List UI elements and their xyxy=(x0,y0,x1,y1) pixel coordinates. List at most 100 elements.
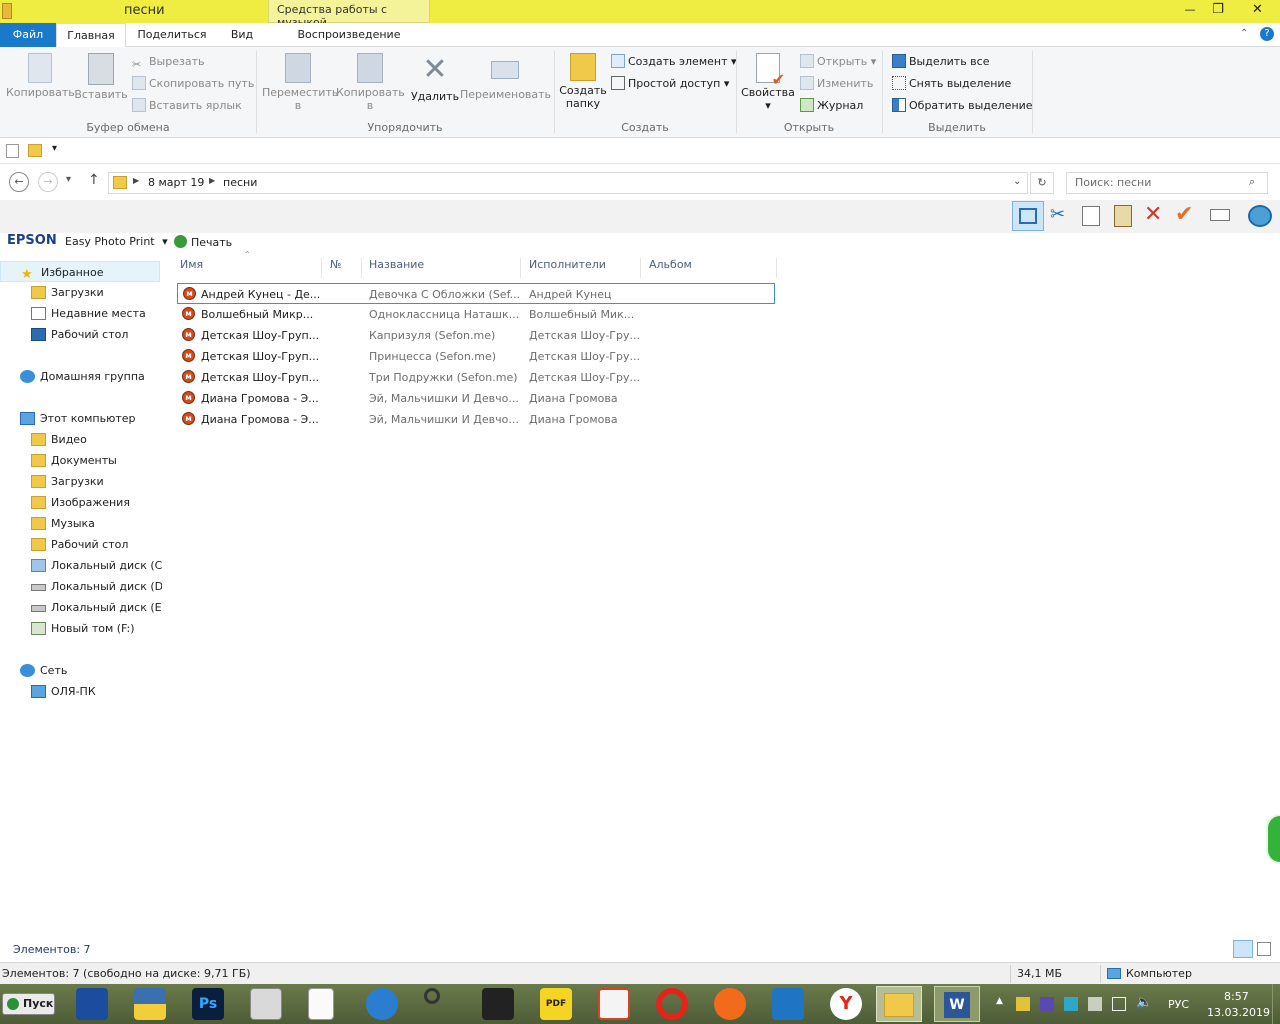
history-button[interactable]: Журнал xyxy=(800,96,863,116)
delete-icon[interactable]: ✕ xyxy=(1144,202,1162,227)
column-header-artists[interactable]: Исполнители xyxy=(525,258,641,278)
breadcrumb-pesni[interactable]: песни xyxy=(223,176,257,189)
properties-qat-icon[interactable] xyxy=(6,144,19,158)
tab-file[interactable]: Файл xyxy=(0,23,56,47)
webcam-app-icon[interactable] xyxy=(482,988,514,1020)
opera-browser-icon[interactable] xyxy=(656,988,688,1020)
language-indicator[interactable]: РУС xyxy=(1168,998,1189,1011)
chevron-up-icon[interactable]: ⌃ xyxy=(1240,28,1248,39)
clock-time[interactable]: 8:57 xyxy=(1224,990,1249,1003)
forward-button[interactable]: → xyxy=(38,172,58,192)
nav-network[interactable]: Сеть xyxy=(0,660,162,681)
breadcrumb-separator-icon[interactable]: ▶ xyxy=(133,176,139,185)
edit-button[interactable]: Изменить xyxy=(800,74,873,94)
nav-pc-disk-c[interactable]: Локальный диск (C: xyxy=(0,555,162,576)
tab-home[interactable]: Главная xyxy=(56,23,126,48)
nav-pc-videos[interactable]: Видео xyxy=(0,429,162,450)
cut-icon[interactable]: ✂ xyxy=(1050,204,1065,225)
select-all-button[interactable]: Выделить все xyxy=(892,52,989,72)
breadcrumb-8mart19[interactable]: 8 март 19 xyxy=(148,176,204,189)
file-row[interactable]: м Волшебный Микр... Одноклассница Наташк… xyxy=(177,304,775,325)
minimize-button[interactable]: — xyxy=(1175,0,1205,20)
file-row[interactable]: м Диана Громова - Э... Эй, Мальчишки И Д… xyxy=(177,388,775,409)
tab-share[interactable]: Поделиться xyxy=(128,23,216,47)
maxthon-browser-icon[interactable] xyxy=(772,988,804,1020)
nav-pc-desktop[interactable]: Рабочий стол xyxy=(0,534,162,555)
file-row[interactable]: м Детская Шоу-Груп... Капризуля (Sefon.m… xyxy=(177,325,775,346)
easy-photo-print-button[interactable]: Easy Photo Print ▾ xyxy=(65,235,168,248)
nav-pc-pictures[interactable]: Изображения xyxy=(0,492,162,513)
column-header-num[interactable]: № xyxy=(326,258,362,278)
checkmark-icon[interactable]: ✔ xyxy=(1175,202,1193,227)
folder-qat-icon[interactable] xyxy=(28,144,42,157)
help-icon[interactable]: ? xyxy=(1260,27,1274,41)
new-folder-button[interactable]: Создать папку xyxy=(558,51,608,110)
photoshop-app-icon[interactable]: Ps xyxy=(192,988,224,1020)
clock-date[interactable]: 13.03.2019 xyxy=(1207,1006,1270,1019)
nav-fav-recent[interactable]: Недавние места xyxy=(0,303,162,324)
rename-button[interactable]: Переименовать xyxy=(460,51,551,101)
nav-pc-music[interactable]: Музыка xyxy=(0,513,162,534)
copy-button[interactable]: Копировать xyxy=(6,51,75,99)
paste-shortcut-button[interactable]: Вставить ярлык xyxy=(132,96,242,116)
address-dropdown-icon[interactable]: ⌄ xyxy=(1013,176,1021,187)
up-button[interactable]: ↑ xyxy=(88,172,100,188)
firefox-browser-icon[interactable] xyxy=(714,988,746,1020)
open-button[interactable]: Открыть ▾ xyxy=(800,52,876,72)
file-row[interactable]: м Детская Шоу-Груп... Три Подружки (Sefo… xyxy=(177,367,775,388)
print-button[interactable]: Печать xyxy=(174,235,232,249)
copy-path-button[interactable]: Скопировать путь xyxy=(132,74,254,94)
cut-button[interactable]: ✂ Вырезать xyxy=(132,52,204,72)
floating-widget-icon[interactable] xyxy=(1266,814,1280,864)
search-input[interactable]: Поиск: песни ⌕ xyxy=(1066,172,1268,194)
rename-icon[interactable] xyxy=(1210,209,1230,221)
back-button[interactable]: ← xyxy=(9,172,29,192)
nav-pc-disk-d[interactable]: Локальный диск (D: xyxy=(0,576,162,597)
nav-this-pc[interactable]: Этот компьютер xyxy=(0,408,162,429)
copy-icon[interactable] xyxy=(1082,206,1100,226)
tray-app-icon[interactable] xyxy=(1064,997,1078,1011)
tray-app-icon[interactable] xyxy=(1016,997,1030,1011)
customize-qat-icon[interactable]: ▾ xyxy=(52,143,57,154)
file-row[interactable]: м Детская Шоу-Груп... Принцесса (Sefon.m… xyxy=(177,346,775,367)
properties-button[interactable]: ✔ Свойства ▾ xyxy=(740,51,796,112)
column-header-title[interactable]: Название xyxy=(365,258,521,278)
file-row[interactable]: м Диана Громова - Э... Эй, Мальчишки И Д… xyxy=(177,409,775,430)
nav-net-olya-pc[interactable]: ОЛЯ-ПК xyxy=(0,681,162,702)
maximize-button[interactable]: ❐ xyxy=(1203,0,1233,20)
pdf-app-icon[interactable]: PDF xyxy=(540,988,572,1020)
network-tray-icon[interactable] xyxy=(1112,997,1126,1011)
layout-icon[interactable] xyxy=(1012,201,1044,231)
select-none-button[interactable]: Снять выделение xyxy=(892,74,1011,94)
nav-fav-desktop[interactable]: Рабочий стол xyxy=(0,324,162,345)
copy-to-button[interactable]: Копировать в xyxy=(336,51,405,112)
tab-view[interactable]: Вид xyxy=(218,23,266,47)
search-icon[interactable]: ⌕ xyxy=(1249,175,1255,189)
nav-homegroup[interactable]: Домашняя группа xyxy=(0,366,162,387)
close-button[interactable]: ✕ xyxy=(1235,0,1280,20)
nav-pc-volume-f[interactable]: Новый том (F:) xyxy=(0,618,162,639)
tray-app-icon[interactable] xyxy=(1088,997,1102,1011)
recent-locations-icon[interactable]: ▾ xyxy=(66,174,71,185)
easy-access-button[interactable]: Простой доступ ▾ xyxy=(611,74,729,94)
start-button[interactable]: Пуск xyxy=(2,993,55,1015)
invert-selection-button[interactable]: Обратить выделение xyxy=(892,96,1033,116)
delete-button[interactable]: ✕ Удалить xyxy=(410,51,460,104)
address-bar[interactable]: ▶ 8 март 19 ▶ песни ⌄ xyxy=(108,172,1028,194)
volume-icon[interactable]: 🔈 xyxy=(1136,995,1152,1010)
save-app-icon[interactable] xyxy=(76,988,108,1020)
python-app-icon[interactable] xyxy=(134,988,166,1020)
paste-icon[interactable] xyxy=(1114,205,1132,227)
tray-app-icon[interactable] xyxy=(1040,997,1054,1011)
show-desktop-button[interactable] xyxy=(1272,984,1280,1024)
microphone-app-icon[interactable] xyxy=(424,988,440,1004)
word-taskbar-button[interactable]: W xyxy=(934,986,980,1022)
yandex-browser-icon[interactable]: Y xyxy=(830,988,862,1020)
nav-fav-downloads[interactable]: Загрузки xyxy=(0,282,162,303)
globe-app-icon[interactable] xyxy=(366,988,398,1020)
column-header-name[interactable]: Имя xyxy=(176,258,322,278)
move-to-button[interactable]: Переместить в xyxy=(262,51,338,112)
refresh-button[interactable]: ↻ xyxy=(1030,172,1054,194)
document-app-icon[interactable] xyxy=(308,988,334,1020)
breadcrumb-separator-icon[interactable]: ▶ xyxy=(209,176,215,185)
